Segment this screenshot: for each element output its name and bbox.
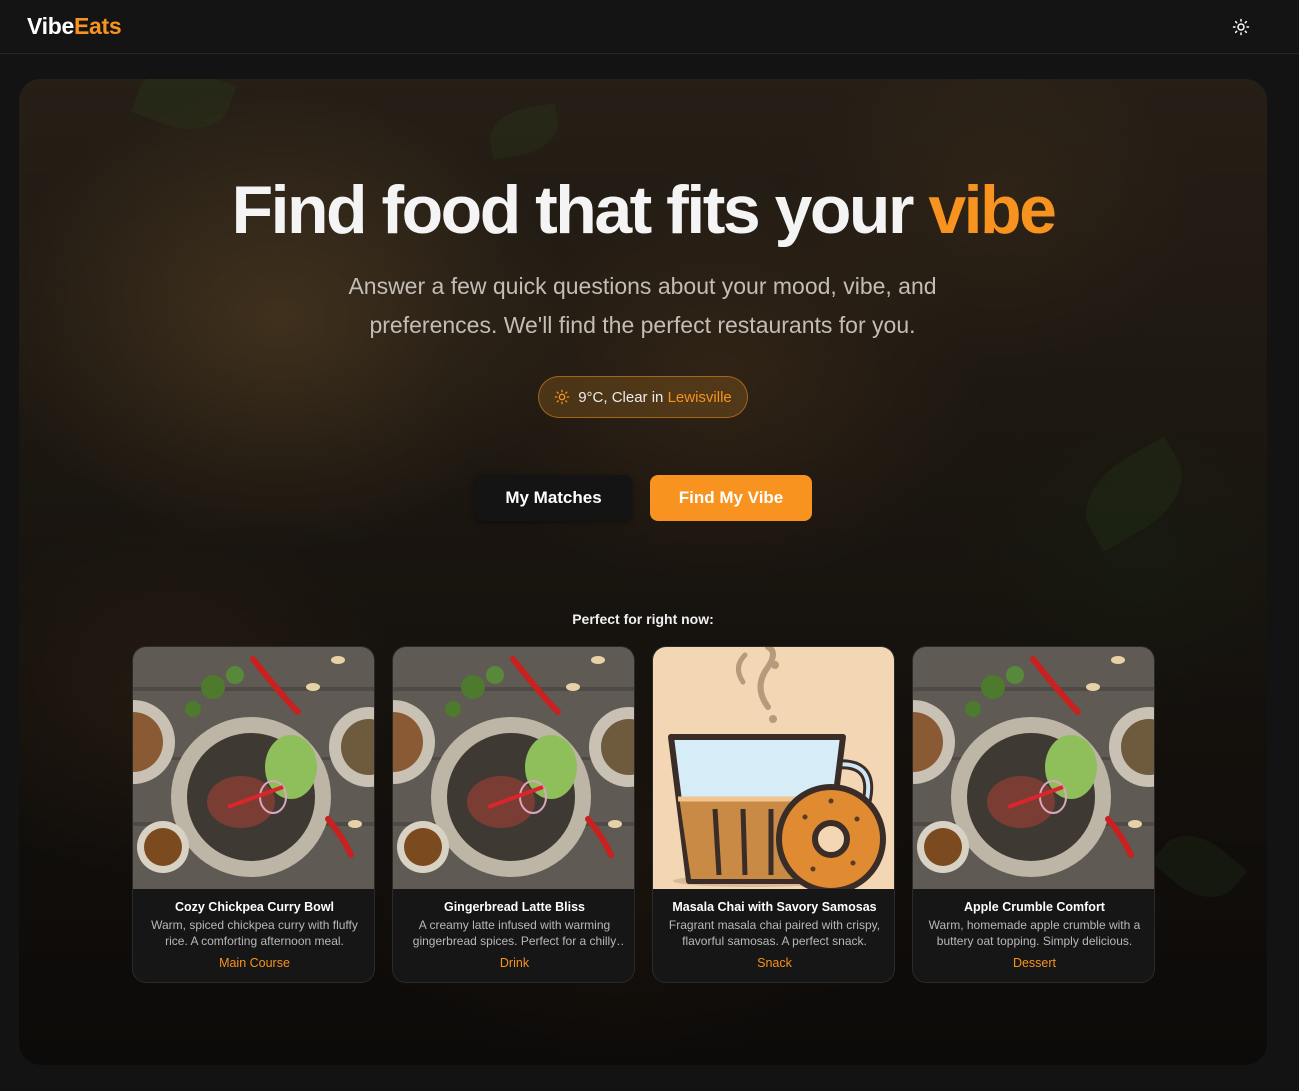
top-bar: VibeEats xyxy=(0,0,1299,54)
food-card[interactable]: Apple Crumble Comfort Warm, homemade app… xyxy=(912,646,1155,983)
food-plate-image xyxy=(133,647,374,889)
card-title: Apple Crumble Comfort xyxy=(964,900,1105,914)
card-description: Warm, spiced chickpea curry with fluffy … xyxy=(151,918,358,948)
card-category: Dessert xyxy=(1012,956,1057,970)
card-category: Main Course xyxy=(219,956,290,970)
food-card[interactable]: Gingerbread Latte Bliss A creamy latte i… xyxy=(392,646,635,983)
brand-logo[interactable]: VibeEats xyxy=(27,13,122,40)
food-card[interactable]: Masala Chai with Savory Samosas Fragrant… xyxy=(652,646,895,983)
card-body: Apple Crumble Comfort Warm, homemade app… xyxy=(913,889,1154,982)
sun-icon xyxy=(1232,18,1250,36)
hero-subtitle: Answer a few quick questions about your … xyxy=(348,273,937,338)
card-body: Masala Chai with Savory Samosas Fragrant… xyxy=(653,889,894,982)
card-description: A creamy latte infused with warming ging… xyxy=(412,918,617,948)
headline-accent: vibe xyxy=(928,172,1057,248)
weather-condition: 9°C, Clear in xyxy=(578,388,668,406)
brand-logo-part1: Vibe xyxy=(27,13,74,39)
card-title: Masala Chai with Savory Samosas xyxy=(672,900,877,914)
sun-icon xyxy=(554,389,570,405)
weather-badge: 9°C, Clear in Lewisville xyxy=(538,376,748,418)
theme-toggle-button[interactable] xyxy=(1226,12,1256,42)
food-plate-image xyxy=(393,647,634,889)
card-category: Drink xyxy=(499,956,530,970)
weather-location: Lewisville xyxy=(667,388,732,406)
card-category: Snack xyxy=(757,956,792,970)
card-title: Cozy Chickpea Curry Bowl xyxy=(174,900,335,914)
card-body: Cozy Chickpea Curry Bowl Warm, spiced ch… xyxy=(133,889,374,982)
page-title: Find food that fits your vibe xyxy=(19,171,1267,249)
find-my-vibe-button[interactable]: Find My Vibe xyxy=(650,475,812,521)
food-plate-image xyxy=(913,647,1154,889)
weather-text: 9°C, Clear in Lewisville xyxy=(578,389,732,406)
card-title: Gingerbread Latte Bliss xyxy=(443,900,585,914)
food-card[interactable]: Cozy Chickpea Curry Bowl Warm, spiced ch… xyxy=(132,646,375,983)
my-matches-button[interactable]: My Matches xyxy=(475,475,632,521)
card-body: Gingerbread Latte Bliss A creamy latte i… xyxy=(393,889,634,982)
headline-main: Find food that fits your xyxy=(231,172,929,248)
card-description: Warm, homemade apple crumble with a butt… xyxy=(928,918,1141,948)
hero-section: Find food that fits your vibe Answer a f… xyxy=(19,79,1267,1065)
recommendations-label: Perfect for right now: xyxy=(572,611,714,627)
card-description: Fragrant masala chai paired with crispy,… xyxy=(668,918,881,948)
chai-illustration xyxy=(653,647,894,889)
brand-logo-part2: Eats xyxy=(73,13,122,39)
